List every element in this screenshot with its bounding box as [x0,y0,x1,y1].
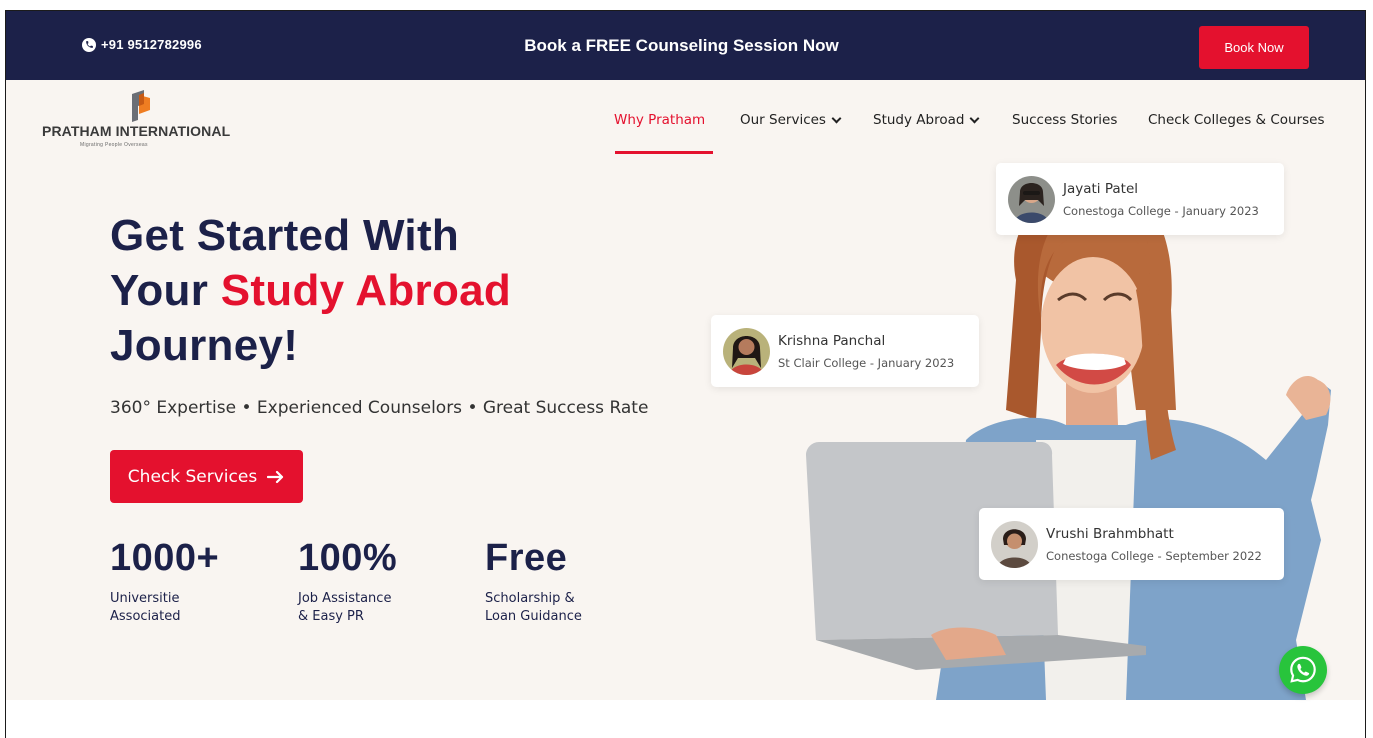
headline-line-3: Journey! [110,321,299,370]
arrow-right-icon [267,470,284,483]
book-now-button[interactable]: Book Now [1199,26,1309,69]
stat-value: 1000+ [110,537,220,579]
headline-prefix: Your [110,266,221,315]
hero-illustration: Jayati Patel Conestoga College - January… [706,80,1365,700]
headline-highlight: Study Abroad [220,266,512,315]
avatar [1008,175,1055,223]
whatsapp-icon [1290,656,1316,683]
review-text: Vrushi Brahmbhatt Conestoga College - Se… [1046,525,1262,563]
active-nav-indicator [615,151,713,154]
avatar [723,327,770,375]
stat-value: 100% [298,537,398,579]
stat-label: Universitie Associated [110,591,181,624]
review-card[interactable]: Krishna Panchal St Clair College - Janua… [711,315,979,387]
reviewer-name: Vrushi Brahmbhatt [1046,526,1174,542]
nav-label: Why Pratham [614,112,706,128]
stat-scholarship: Free Scholarship & Loan Guidance [485,536,582,626]
stat-label: Job Assistance & Easy PR [298,591,392,624]
stat-universities: 1000+ Universitie Associated [110,536,219,626]
reviewer-detail: Conestoga College - September 2022 [1046,549,1262,563]
review-text: Krishna Panchal St Clair College - Janua… [778,332,954,370]
hero-headline: Get Started With Your Study Abroad Journ… [110,208,511,373]
stat-value: Free [485,537,568,579]
avatar [991,520,1038,568]
stat-job-assistance: 100% Job Assistance & Easy PR [298,536,397,626]
reviewer-detail: Conestoga College - January 2023 [1063,204,1259,218]
reviewer-detail: St Clair College - January 2023 [778,356,955,370]
logo-tagline: Migrating People Overseas [80,142,148,148]
hero-section: PRATHAM INTERNATIONAL Migrating People O… [6,80,1365,700]
top-announcement-bar: +91 9512782996 Book a FREE Counseling Se… [6,11,1365,80]
browser-viewport: +91 9512782996 Book a FREE Counseling Se… [5,10,1366,738]
reviewer-name: Jayati Patel [1063,181,1139,197]
review-card[interactable]: Vrushi Brahmbhatt Conestoga College - Se… [979,508,1284,580]
review-text: Jayati Patel Conestoga College - January… [1063,180,1259,218]
logo-name: PRATHAM INTERNATIONAL [42,123,231,139]
logo-mark-icon [132,90,150,122]
site-logo[interactable]: PRATHAM INTERNATIONAL Migrating People O… [42,90,252,150]
stat-label: Scholarship & Loan Guidance [485,591,582,624]
hero-tagline: 360° Expertise • Experienced Counselors … [110,398,649,418]
whatsapp-chat-button[interactable] [1279,646,1327,694]
cta-label: Check Services [127,466,258,487]
headline-line-1: Get Started With [110,211,460,260]
promo-text[interactable]: Book a FREE Counseling Session Now [6,36,1365,56]
headline-line-2: Your Study Abroad [110,263,511,318]
reviewer-name: Krishna Panchal [778,333,886,349]
review-card[interactable]: Jayati Patel Conestoga College - January… [996,163,1284,235]
check-services-button[interactable]: Check Services [110,450,303,503]
nav-why-pratham[interactable]: Why Pratham [614,112,705,128]
